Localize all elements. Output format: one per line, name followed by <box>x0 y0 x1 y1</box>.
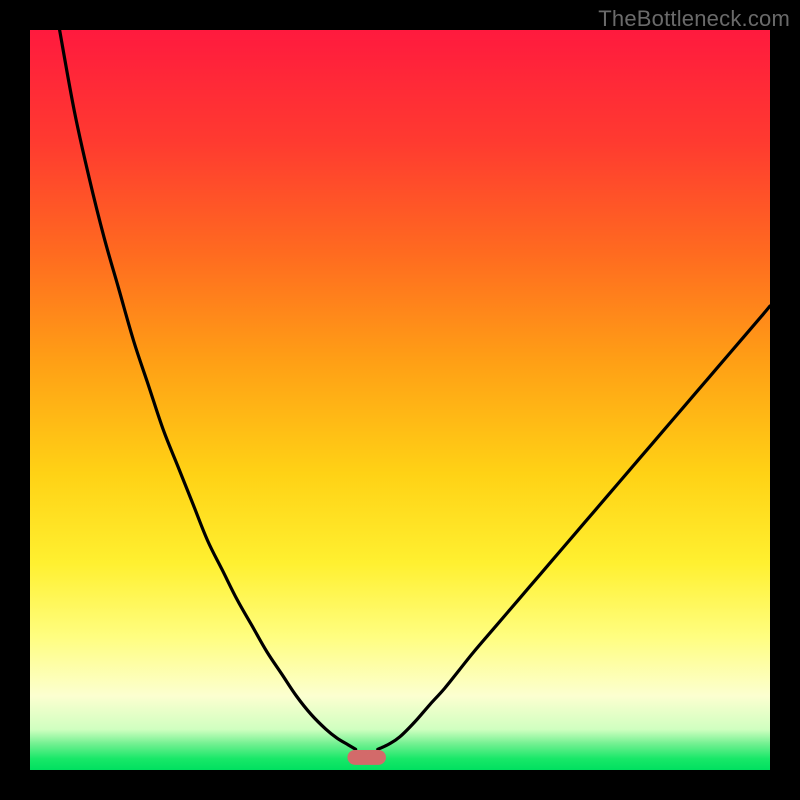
watermark-text: TheBottleneck.com <box>598 6 790 32</box>
bottleneck-chart <box>30 30 770 770</box>
chart-background <box>30 30 770 770</box>
chart-frame <box>30 30 770 770</box>
bottleneck-marker <box>347 750 385 765</box>
